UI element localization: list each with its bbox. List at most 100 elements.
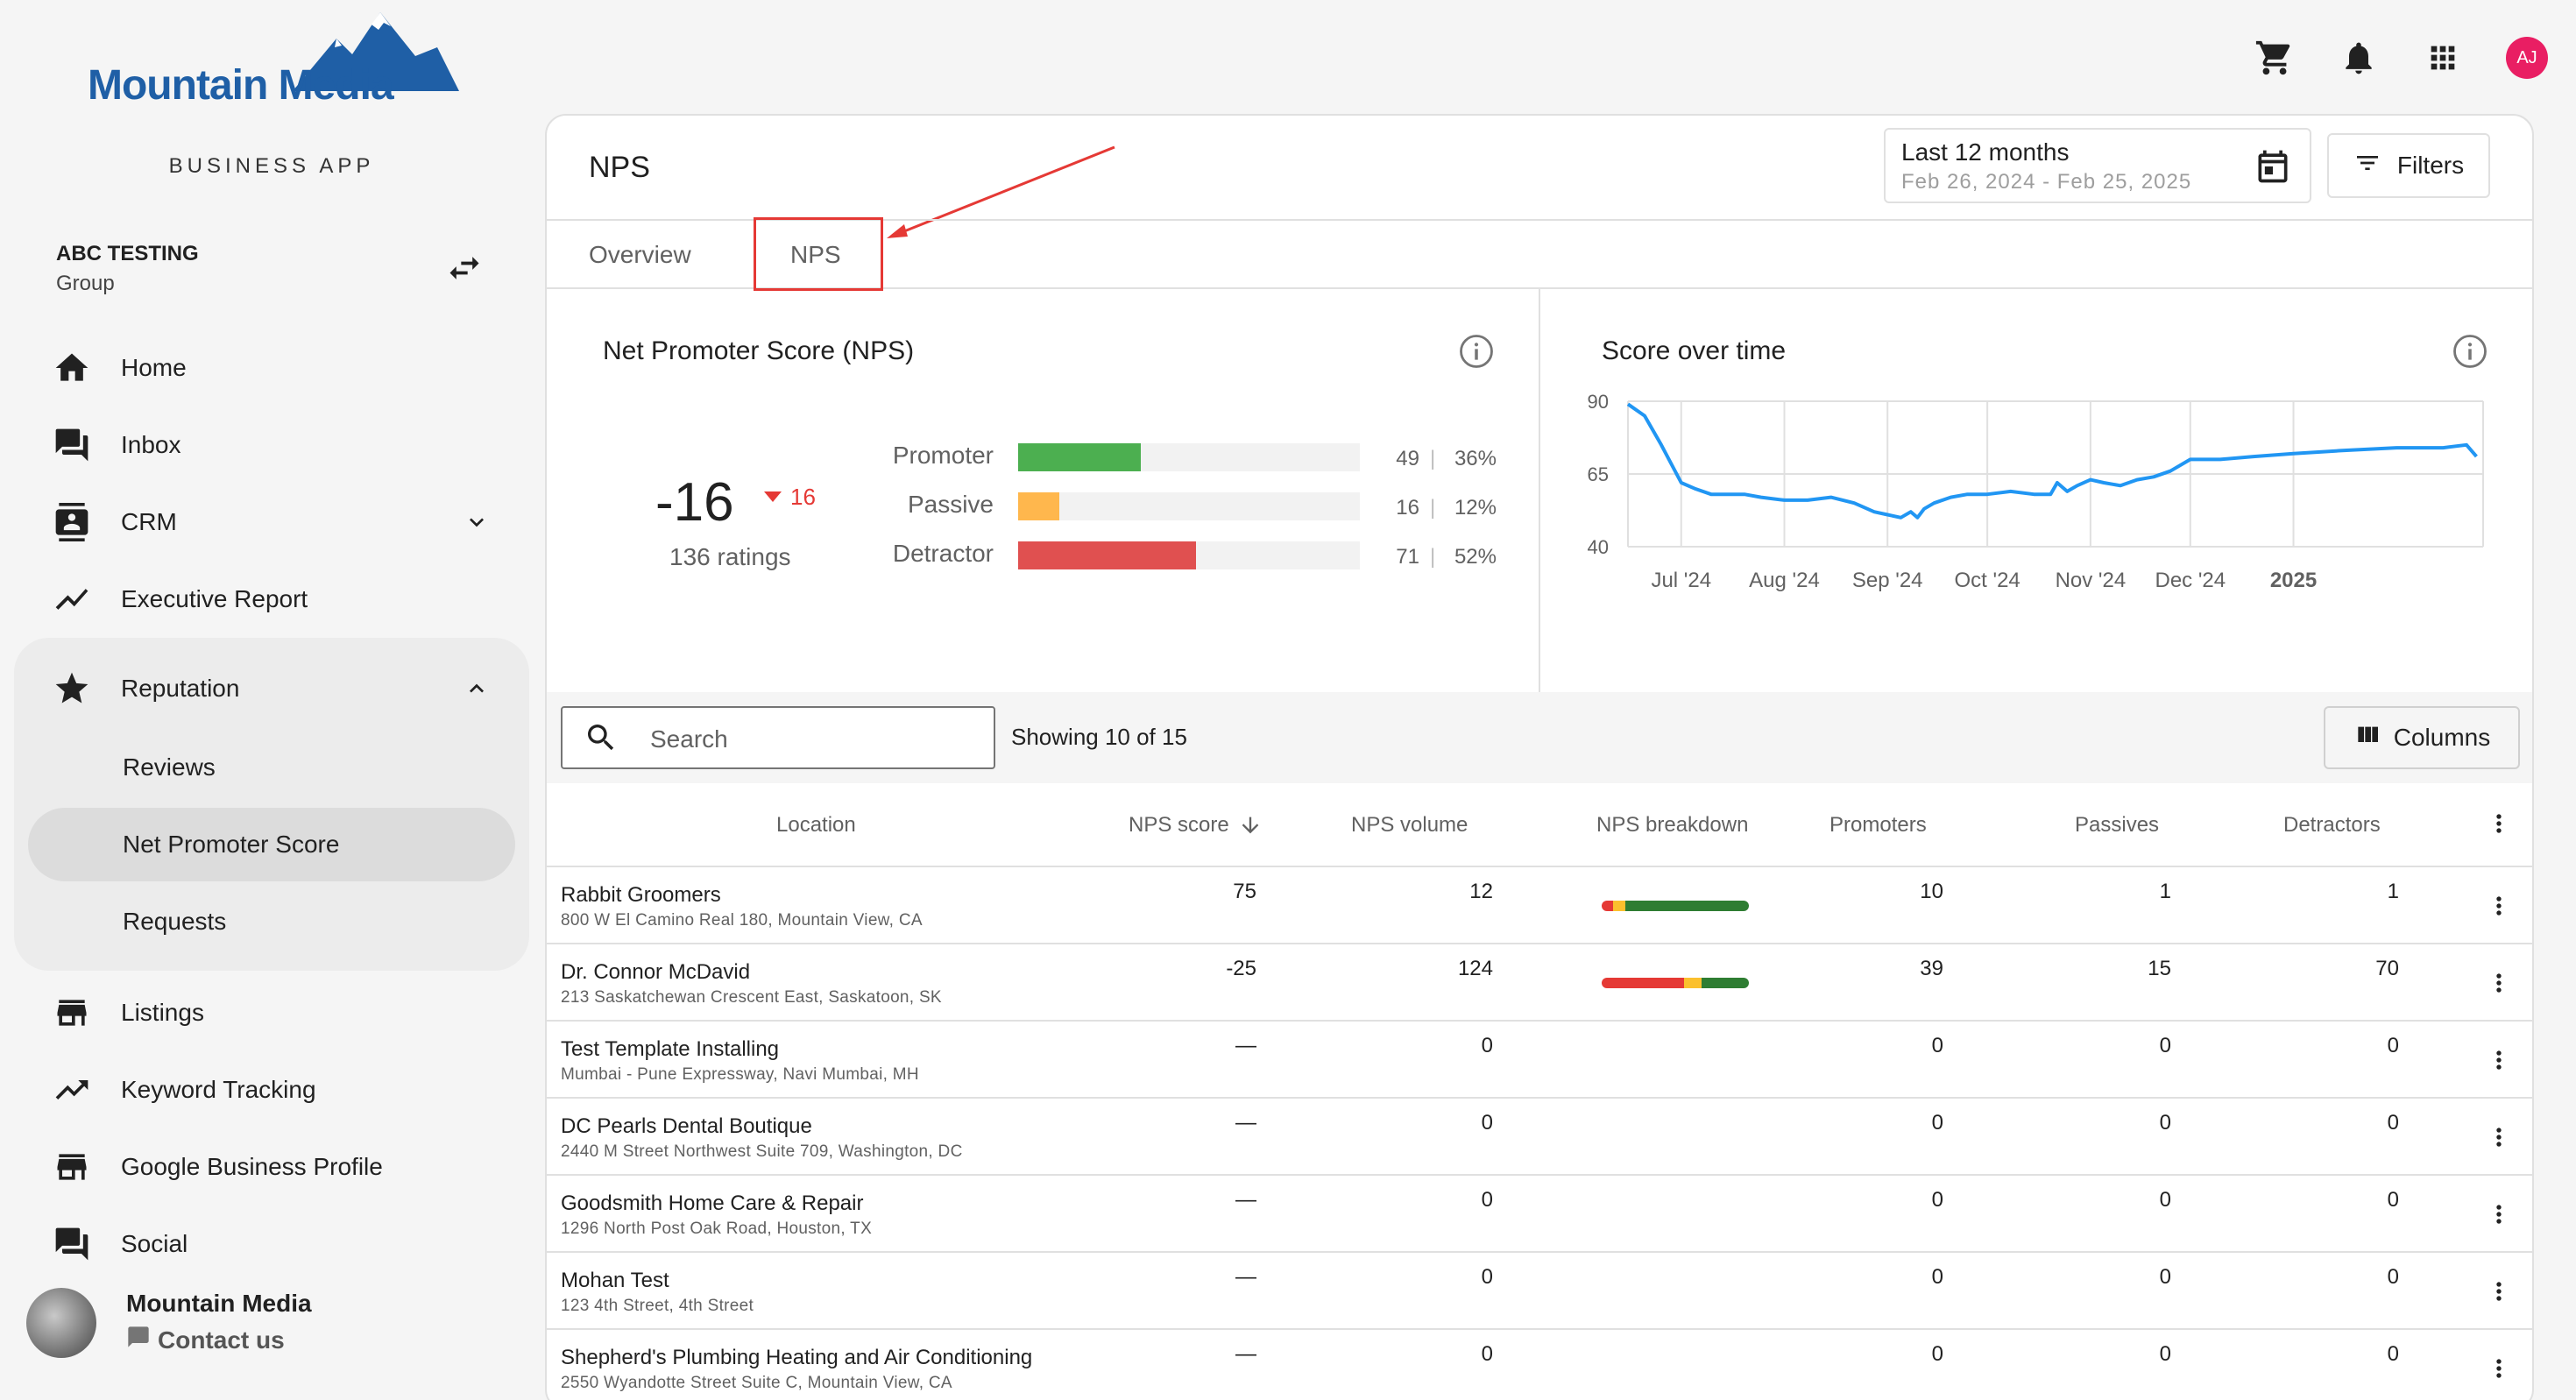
nps-panel: Net Promoter Score (NPS) -16 16 136 rati… xyxy=(547,289,1540,692)
location-address: 213 Saskatchewan Crescent East, Saskatoo… xyxy=(561,988,942,1007)
passives-cell: 0 xyxy=(2159,1034,2171,1057)
sidebar-item-keyword-tracking[interactable]: Keyword Tracking xyxy=(28,1053,515,1127)
location-name[interactable]: Test Template Installing xyxy=(561,1037,779,1062)
sidebar-item-label: Home xyxy=(121,354,187,381)
x-tick-label: Nov '24 xyxy=(2056,569,2127,592)
more-vert-icon[interactable] xyxy=(2483,967,2515,999)
account-switcher[interactable]: ABC TESTING Group xyxy=(56,242,199,296)
location-name[interactable]: Dr. Connor McDavid xyxy=(561,960,750,985)
breakdown-percent: 12% xyxy=(1454,496,1497,520)
breakdown-count: 49 xyxy=(1396,447,1419,470)
passives-cell: 0 xyxy=(2159,1265,2171,1289)
table-row[interactable]: Shepherd's Plumbing Heating and Air Cond… xyxy=(547,1330,2532,1400)
info-icon[interactable] xyxy=(1458,333,1495,370)
breakdown-row-detractor: Detractor 71 | 52% xyxy=(836,536,1519,571)
detractors-cell: 1 xyxy=(2387,880,2399,903)
user-avatar[interactable]: AJ xyxy=(2501,32,2553,84)
location-name[interactable]: Mohan Test xyxy=(561,1269,669,1293)
more-vert-icon[interactable] xyxy=(2483,1276,2515,1307)
x-tick-label: Dec '24 xyxy=(2155,569,2226,592)
sidebar-item-requests[interactable]: Requests xyxy=(28,885,515,958)
sidebar-item-social[interactable]: Social xyxy=(28,1207,515,1281)
more-vert-icon[interactable] xyxy=(2483,1353,2515,1384)
header-location[interactable]: Location xyxy=(776,813,856,838)
x-tick-label: Oct '24 xyxy=(1955,569,2020,592)
more-vert-icon[interactable] xyxy=(2483,808,2515,839)
nps-delta-value: 16 xyxy=(790,484,816,510)
table-row[interactable]: Rabbit Groomers 800 W El Camino Real 180,… xyxy=(547,867,2532,944)
more-vert-icon[interactable] xyxy=(2483,890,2515,922)
breakdown-separator: | xyxy=(1430,545,1436,569)
nps-volume-cell: 0 xyxy=(1481,1342,1493,1366)
filters-label: Filters xyxy=(2396,152,2465,179)
header-detractors[interactable]: Detractors xyxy=(2283,813,2381,838)
table-row[interactable]: Mohan Test 123 4th Street, 4th Street — 0 0 0… xyxy=(547,1253,2532,1330)
sidebar-item-crm[interactable]: CRM xyxy=(28,485,515,559)
breakdown-track xyxy=(1018,492,1360,520)
detractor-bar xyxy=(1018,541,1196,569)
header-nps-score[interactable]: NPS score xyxy=(1129,813,1263,838)
location-name[interactable]: Shepherd's Plumbing Heating and Air Cond… xyxy=(561,1346,1032,1370)
detractors-cell: 0 xyxy=(2387,1342,2399,1366)
sidebar-item-reputation[interactable]: Reputation xyxy=(28,652,515,725)
chevron-up-icon xyxy=(463,675,491,703)
table-header: Location NPS score NPS volume NPS breakd… xyxy=(547,783,2532,867)
contact-us-link[interactable]: Contact us xyxy=(126,1325,285,1355)
cart-icon[interactable] xyxy=(2248,32,2301,84)
business-app-label: BUSINESS APP xyxy=(168,154,375,178)
sidebar-item-home[interactable]: Home xyxy=(28,331,515,405)
bell-icon[interactable] xyxy=(2332,32,2385,84)
table-row[interactable]: Dr. Connor McDavid 213 Saskatchewan Cresc… xyxy=(547,944,2532,1022)
location-name[interactable]: DC Pearls Dental Boutique xyxy=(561,1114,812,1139)
y-tick-label: 65 xyxy=(1588,463,1609,485)
table-row[interactable]: DC Pearls Dental Boutique 2440 M Street N… xyxy=(547,1099,2532,1176)
columns-icon xyxy=(2353,721,2381,755)
filters-button[interactable]: Filters xyxy=(2327,133,2490,198)
nps-volume-cell: 0 xyxy=(1481,1111,1493,1135)
more-vert-icon[interactable] xyxy=(2483,1044,2515,1076)
sidebar-item-executive-report[interactable]: Executive Report xyxy=(28,562,515,636)
table-row[interactable]: Goodsmith Home Care & Repair 1296 North P… xyxy=(547,1176,2532,1253)
sidebar-item-label: Inbox xyxy=(121,431,181,458)
more-vert-icon[interactable] xyxy=(2483,1198,2515,1230)
footer-user[interactable]: Mountain Media Contact us xyxy=(26,1284,517,1363)
brand-logo[interactable]: Mountain Media xyxy=(88,4,459,117)
sidebar-item-reviews[interactable]: Reviews xyxy=(28,731,515,804)
breakdown-track xyxy=(1018,443,1360,471)
swap-icon[interactable] xyxy=(445,249,484,287)
sidebar-item-inbox[interactable]: Inbox xyxy=(28,408,515,482)
nps-breakdown-bar xyxy=(1602,978,1749,988)
date-range-picker[interactable]: Last 12 months Feb 26, 2024 - Feb 25, 20… xyxy=(1884,128,2311,203)
calendar-icon xyxy=(2254,147,2292,186)
nps-volume-cell: 0 xyxy=(1481,1188,1493,1212)
sidebar-item-google-business-profile[interactable]: Google Business Profile xyxy=(28,1130,515,1204)
table-row[interactable]: Test Template Installing Mumbai - Pune Ex… xyxy=(547,1022,2532,1099)
sidebar-item-listings[interactable]: Listings xyxy=(28,976,515,1050)
sidebar-item-net-promoter-score[interactable]: Net Promoter Score xyxy=(28,808,515,881)
promoter-bar xyxy=(1018,443,1142,471)
sidebar-item-label: Reviews xyxy=(123,753,216,781)
passives-cell: 0 xyxy=(2159,1188,2171,1212)
location-name[interactable]: Goodsmith Home Care & Repair xyxy=(561,1191,863,1216)
nps-ratings-count: 136 ratings xyxy=(669,543,791,570)
tab-overview[interactable]: Overview xyxy=(589,221,691,289)
nps-volume-cell: 0 xyxy=(1481,1034,1493,1057)
promoters-cell: 0 xyxy=(1931,1034,1943,1057)
sidebar-item-label: CRM xyxy=(121,508,177,535)
header-nps-volume[interactable]: NPS volume xyxy=(1351,813,1468,838)
score-over-time-panel: Score over time 40 65 90 Jul '24 Aug '24 Sep … xyxy=(1540,289,2532,692)
nps-breakdown-bar xyxy=(1602,901,1749,911)
location-name[interactable]: Rabbit Groomers xyxy=(561,883,721,908)
breakdown-count: 71 xyxy=(1396,545,1419,569)
header-nps-breakdown[interactable]: NPS breakdown xyxy=(1596,813,1748,838)
more-vert-icon[interactable] xyxy=(2483,1121,2515,1153)
breakdown-label: Passive xyxy=(907,491,994,518)
sidebar-item-label: Executive Report xyxy=(121,585,308,612)
header-promoters[interactable]: Promoters xyxy=(1829,813,1927,838)
table-toolbar: Search Showing 10 of 15 Columns xyxy=(547,692,2532,783)
header-passives[interactable]: Passives xyxy=(2075,813,2159,838)
search-input[interactable]: Search xyxy=(561,706,995,769)
columns-button[interactable]: Columns xyxy=(2324,706,2520,769)
passives-cell: 0 xyxy=(2159,1111,2171,1135)
apps-grid-icon[interactable] xyxy=(2417,32,2469,84)
